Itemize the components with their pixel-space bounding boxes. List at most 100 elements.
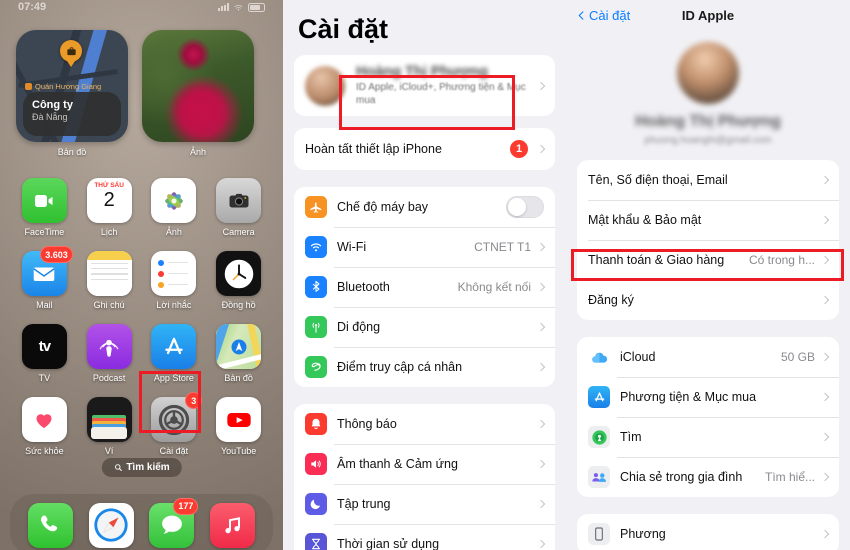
row-focus[interactable]: Tập trung xyxy=(294,484,555,524)
appstore-icon xyxy=(588,386,610,408)
app-label: TV xyxy=(38,373,51,383)
row-notifications[interactable]: Thông báo xyxy=(294,404,555,444)
tv-icon[interactable]: tv xyxy=(21,324,67,369)
safari-icon[interactable] xyxy=(88,502,134,548)
chevron-right-icon xyxy=(536,539,546,549)
youtube-icon[interactable] xyxy=(216,397,262,442)
music-icon[interactable] xyxy=(210,502,256,548)
apple-id-profile-row[interactable]: Hoàng Thị Phượng ID Apple, iCloud+, Phươ… xyxy=(294,55,555,116)
row-cellular[interactable]: Di động xyxy=(294,307,555,347)
app-icon-reminders[interactable]: Lời nhắc xyxy=(142,251,207,310)
map-info-card: Công ty Đà Nẵng xyxy=(23,92,121,136)
photos-widget[interactable]: Ảnh xyxy=(142,30,254,157)
app-icon-health[interactable]: Sức khỏe xyxy=(12,397,77,456)
chevron-right-icon xyxy=(536,459,546,469)
row-family-sharing[interactable]: Chia sẻ trong gia đình Tìm hiể... xyxy=(577,457,839,497)
podcasts-icon[interactable] xyxy=(86,324,132,369)
row-personal-hotspot[interactable]: Điểm truy cập cá nhân xyxy=(294,347,555,387)
maps-widget[interactable]: Quán Hương Giang Công ty Đà Nẵng Bản đồ xyxy=(16,30,128,157)
status-bar: 07:49 xyxy=(0,0,283,14)
phone-icon[interactable] xyxy=(27,502,73,548)
row-label: Tên, Số điện thoại, Email xyxy=(588,173,728,187)
app-label: Sức khỏe xyxy=(25,446,64,456)
dock: 177 xyxy=(10,494,273,550)
app-icon-podcasts[interactable]: Podcast xyxy=(77,324,142,383)
calendar-day: 2 xyxy=(103,189,115,211)
search-button[interactable]: Tìm kiếm xyxy=(101,458,182,477)
app-icon-wallet[interactable]: Ví xyxy=(77,397,142,456)
app-icon-calendar[interactable]: THỨ SÁU 2 Lịch xyxy=(77,178,142,237)
account-group: Tên, Số điện thoại, Email Mật khẩu & Bảo… xyxy=(577,160,839,320)
app-label: Cài đặt xyxy=(159,446,189,456)
row-subscriptions[interactable]: Đăng ký xyxy=(577,280,839,320)
app-icon-maps[interactable]: Bản đồ xyxy=(206,324,271,383)
facetime-icon[interactable] xyxy=(21,178,67,223)
messages-badge: 177 xyxy=(173,497,199,515)
app-icon-appstore[interactable]: App Store xyxy=(142,324,207,383)
camera-icon[interactable] xyxy=(216,178,262,223)
app-label: Bản đồ xyxy=(224,373,253,383)
row-label: Phương xyxy=(620,527,666,541)
app-icon-camera[interactable]: Camera xyxy=(206,178,271,237)
finish-setup-label: Hoàn tất thiết lập iPhone xyxy=(305,142,442,156)
app-icon-photos[interactable]: Ảnh xyxy=(142,178,207,237)
row-find-my[interactable]: Tìm xyxy=(577,417,839,457)
app-icon-settings[interactable]: 3 Cài đặt xyxy=(142,392,207,456)
row-value: Có trong h... xyxy=(748,253,815,267)
avatar[interactable] xyxy=(677,42,739,104)
app-label: FaceTime xyxy=(24,227,65,237)
row-label: iCloud xyxy=(620,350,656,364)
row-password-security[interactable]: Mật khẩu & Bảo mật xyxy=(577,200,839,240)
row-label: Đăng ký xyxy=(588,293,634,307)
reminders-icon[interactable] xyxy=(151,251,197,296)
app-icon-youtube[interactable]: YouTube xyxy=(206,397,271,456)
row-label: Thông báo xyxy=(337,417,397,431)
chevron-right-icon xyxy=(536,242,546,252)
profile-name: Hoàng Thị Phượng xyxy=(356,64,488,80)
maps-widget-tile[interactable]: Quán Hương Giang Công ty Đà Nẵng xyxy=(16,30,128,142)
app-label: Lời nhắc xyxy=(156,300,192,310)
row-screen-time[interactable]: Thời gian sử dụng xyxy=(294,524,555,550)
row-device[interactable]: Phương xyxy=(577,514,839,550)
health-icon[interactable] xyxy=(21,397,67,442)
row-label: Âm thanh & Cảm ứng xyxy=(337,457,458,471)
hotspot-icon xyxy=(305,356,327,378)
row-value: 50 GB xyxy=(780,350,815,364)
maps-icon[interactable] xyxy=(216,324,262,369)
row-media-purchases[interactable]: Phương tiện & Mục mua xyxy=(577,377,839,417)
row-bluetooth[interactable]: Bluetooth Không kết nối xyxy=(294,267,555,307)
app-icon-mail[interactable]: 3.603 Mail xyxy=(12,246,77,310)
airplane-mode-toggle[interactable] xyxy=(506,196,544,218)
photos-icon[interactable] xyxy=(151,178,197,223)
apple-id-panel: Cài đặt ID Apple Hoàng Thị Phượng phuong… xyxy=(566,0,850,550)
clock-icon[interactable] xyxy=(216,251,262,296)
settings-panel: Cài đặt Hoàng Thị Phượng ID Apple, iClou… xyxy=(283,0,566,550)
photos-widget-tile[interactable] xyxy=(142,30,254,142)
appstore-icon[interactable] xyxy=(151,324,197,369)
cellular-icon xyxy=(305,316,327,338)
devices-group: Phương xyxy=(577,514,839,550)
app-icon-notes[interactable]: Ghi chú xyxy=(77,251,142,310)
calendar-icon[interactable]: THỨ SÁU 2 xyxy=(86,178,132,223)
row-value: Không kết nối xyxy=(457,280,531,294)
app-icon-tv[interactable]: tv TV xyxy=(12,324,77,383)
row-label: Tìm xyxy=(620,430,642,444)
row-airplane-mode[interactable]: Chế độ máy bay xyxy=(294,187,555,227)
row-icloud[interactable]: iCloud 50 GB xyxy=(577,337,839,377)
app-icon-facetime[interactable]: FaceTime xyxy=(12,178,77,237)
profile-group: Hoàng Thị Phượng ID Apple, iCloud+, Phươ… xyxy=(294,55,555,116)
row-value: CTNET T1 xyxy=(474,240,531,254)
row-name-phone-email[interactable]: Tên, Số điện thoại, Email xyxy=(577,160,839,200)
notes-icon[interactable] xyxy=(86,251,132,296)
settings-badge: 3 xyxy=(185,392,203,409)
app-icon-clock[interactable]: Đồng hồ xyxy=(206,251,271,310)
row-wifi[interactable]: Wi-Fi CTNET T1 xyxy=(294,227,555,267)
connectivity-group: Chế độ máy bay Wi-Fi CTNET T1 Bluetooth … xyxy=(294,187,555,387)
nav-bar: Cài đặt ID Apple xyxy=(566,0,850,30)
status-bar-time: 07:49 xyxy=(18,1,47,13)
row-payment-shipping[interactable]: Thanh toán & Giao hàng Có trong h... xyxy=(577,240,839,280)
finish-setup-row[interactable]: Hoàn tất thiết lập iPhone 1 xyxy=(294,128,555,170)
row-label: Điểm truy cập cá nhân xyxy=(337,360,463,374)
row-sounds-haptics[interactable]: Âm thanh & Cảm ứng xyxy=(294,444,555,484)
wallet-icon[interactable] xyxy=(86,397,132,442)
